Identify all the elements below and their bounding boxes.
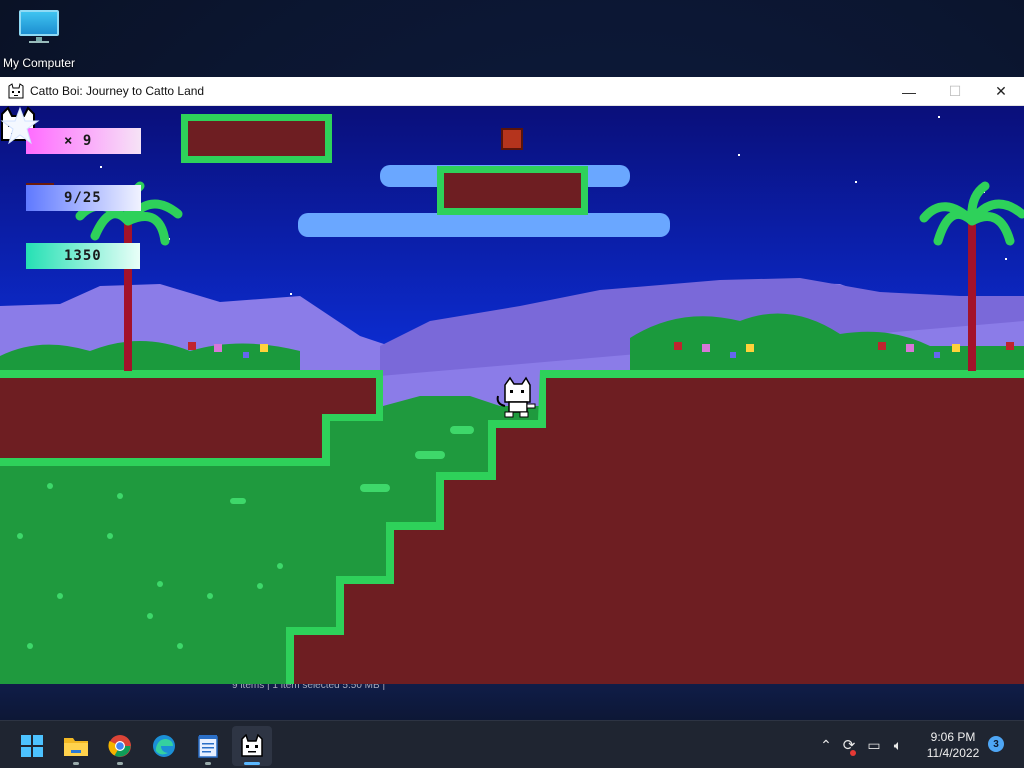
my-computer-desktop-icon[interactable]: My Computer xyxy=(0,8,78,74)
game-scene xyxy=(0,106,1024,684)
clock[interactable]: 9:06 PM 11/4/2022 xyxy=(920,729,986,761)
volume-icon[interactable]: 🔈︎ xyxy=(886,737,910,754)
notification-badge[interactable]: 3 xyxy=(988,736,1004,752)
window-title: Catto Boi: Journey to Catto Land xyxy=(30,84,205,98)
lives-counter: × 9 xyxy=(26,128,141,154)
chrome-button[interactable] xyxy=(100,726,140,766)
monitor-icon xyxy=(17,8,61,43)
edge-button[interactable] xyxy=(144,726,184,766)
chevron-up-icon[interactable]: ⌃ xyxy=(816,737,836,754)
notepad-icon xyxy=(198,735,218,758)
game-canvas[interactable]: × 9 9/25 1350 xyxy=(0,106,1024,684)
catto-boi-taskbar-button[interactable] xyxy=(232,726,272,766)
blocks-counter: 9/25 xyxy=(26,185,141,211)
notepad-button[interactable] xyxy=(188,726,228,766)
sync-icon[interactable]: ⟳ xyxy=(836,736,862,756)
close-button[interactable]: ✕ xyxy=(978,77,1024,106)
taskbar: ⌃ ⟳ ▭ 🔈︎ 9:06 PM 11/4/2022 xyxy=(0,720,1024,768)
cat-app-icon xyxy=(8,83,24,99)
system-tray: ⌃ ⟳ ▭ 🔈︎ xyxy=(816,721,910,768)
edge-icon xyxy=(153,735,175,757)
my-computer-label: My Computer xyxy=(2,56,76,70)
game-window: Catto Boi: Journey to Catto Land — ☐ ✕ ×… xyxy=(0,77,1024,684)
folder-icon xyxy=(64,738,88,756)
chrome-icon xyxy=(108,735,131,757)
collectible-block xyxy=(501,128,523,150)
file-explorer-button[interactable] xyxy=(56,726,96,766)
clock-date: 11/4/2022 xyxy=(926,746,980,760)
window-titlebar[interactable]: Catto Boi: Journey to Catto Land — ☐ ✕ xyxy=(0,77,1024,106)
network-icon[interactable]: ▭ xyxy=(862,737,886,754)
score-counter: 1350 xyxy=(26,243,140,269)
minimize-button[interactable]: — xyxy=(886,77,932,106)
start-button[interactable] xyxy=(12,726,52,766)
cat-icon xyxy=(241,734,263,757)
star-score-icon xyxy=(0,106,40,145)
maximize-button[interactable]: ☐ xyxy=(932,77,978,106)
clock-time: 9:06 PM xyxy=(930,730,976,744)
windows-logo-icon xyxy=(21,735,43,757)
explorer-status-bar: 9 items | 1 item selected 5.50 MB | xyxy=(232,684,386,691)
